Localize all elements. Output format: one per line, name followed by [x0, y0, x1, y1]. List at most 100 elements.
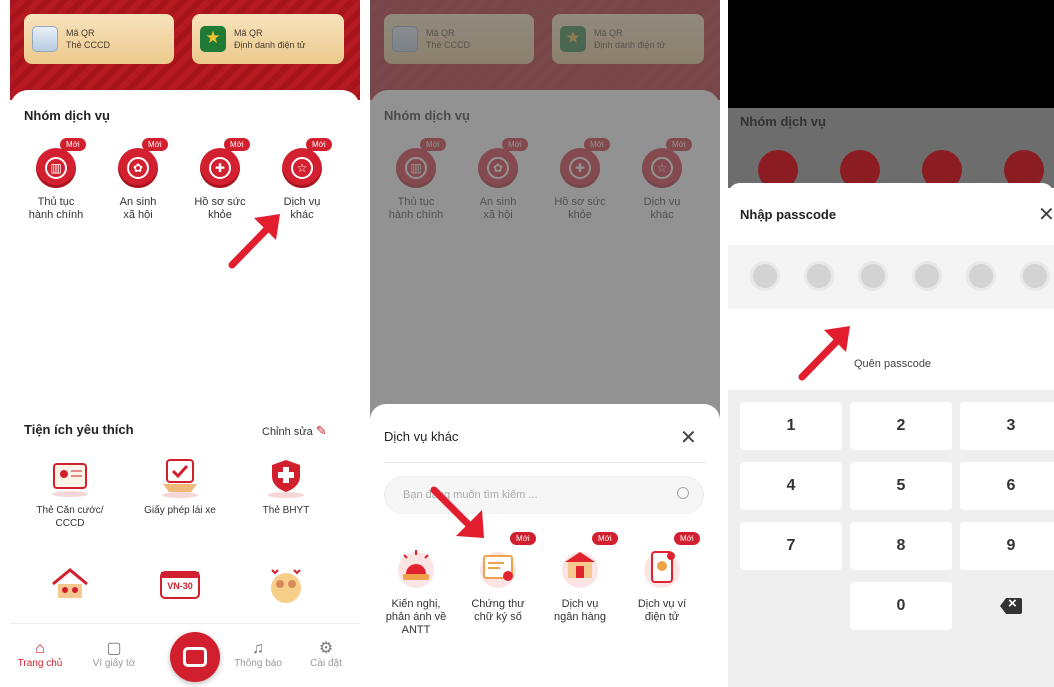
star-podium-icon: ☆ [291, 157, 313, 179]
qr-card-subtitle: Định danh điện tử [234, 40, 306, 50]
favorite-citizen-card[interactable]: Thẻ Căn cước/CCCD [20, 456, 120, 530]
key-3[interactable]: 3 [960, 402, 1054, 450]
e-wallet-icon [639, 544, 685, 590]
service-an-sinh-xa-hoi[interactable]: Mới ✿ An sinhxã hội [98, 138, 178, 222]
qr-card-subtitle: Thẻ CCCD [66, 40, 111, 50]
service-label: Kiến nghị, [391, 598, 441, 610]
driver-license-icon [157, 456, 203, 498]
nav-label: Trang chủ [17, 658, 63, 669]
pointer-arrow [798, 326, 850, 381]
nav-label: Cài đặt [310, 658, 342, 669]
service-label: khác [290, 209, 314, 221]
favorite-vehicle-plate[interactable]: VN-30 [130, 564, 230, 606]
edit-favorites-link[interactable]: Chỉnh sửa ✎ [262, 423, 327, 439]
citizen-card-icon [47, 456, 93, 498]
qr-vneid-card[interactable]: Mã QR Định danh điện tử [192, 14, 344, 64]
home-screen: Mã QR Thẻ CCCD Mã QR Định danh điện tử Nhó… [10, 0, 360, 687]
key-1[interactable]: 1 [740, 402, 842, 450]
search-icon [677, 487, 689, 499]
favorite-label: Giấy phép lái xe [144, 505, 216, 516]
service-label: Dịch vụ ví [637, 598, 687, 610]
passcode-dot [912, 261, 942, 291]
services-section-title: Nhóm dịch vụ [24, 108, 110, 123]
key-2[interactable]: 2 [850, 402, 952, 450]
bank-icon [557, 544, 603, 590]
service-thu-tuc-hanh-chinh[interactable]: Mới ▥ Thủ tụchành chính [16, 138, 96, 222]
key-7[interactable]: 7 [740, 522, 842, 570]
service-label: Thủ tục [37, 196, 75, 208]
new-badge: Mới [142, 138, 168, 151]
service-label: Hồ sơ sức [194, 196, 246, 208]
scan-icon [183, 647, 207, 667]
new-badge: Mới [592, 532, 618, 545]
service-label: Dịch vụ [561, 598, 599, 610]
service-kien-nghi-antt[interactable]: Kiến nghị, phản ánh về ANTT [376, 544, 456, 637]
new-badge: Mới [60, 138, 86, 151]
vehicle-plate-icon: VN-30 [157, 564, 203, 606]
forgot-passcode-link[interactable]: Quên passcode [854, 358, 931, 370]
new-badge: Mới [224, 138, 250, 151]
favorite-label: CCCD [55, 518, 85, 529]
nav-home[interactable]: ⌂ Trang chủ [10, 640, 70, 669]
edit-label: Chỉnh sửa [262, 426, 313, 438]
scan-button[interactable] [170, 632, 220, 682]
favorite-family[interactable] [236, 564, 336, 606]
new-badge: Mới [510, 532, 536, 545]
service-ngan-hang[interactable]: Mới Dịch vụ ngân hàng [540, 532, 620, 624]
tutorial-composite: Mã QR Thẻ CCCD Mã QR Định danh điện tử Nhó… [0, 0, 1054, 687]
key-8[interactable]: 8 [850, 522, 952, 570]
service-label: chữ ký số [474, 611, 522, 623]
service-vi-dien-tu[interactable]: Mới Dịch vụ ví điện tử [622, 532, 702, 624]
bell-icon: ♫ [252, 640, 264, 657]
pointer-arrow [430, 486, 484, 538]
divider [384, 462, 706, 463]
key-4[interactable]: 4 [740, 462, 842, 510]
key-6[interactable]: 6 [960, 462, 1054, 510]
flower-icon: ✿ [127, 157, 149, 179]
siren-icon [393, 544, 439, 590]
service-label: ANTT [401, 624, 431, 636]
passcode-dot [1020, 261, 1050, 291]
service-label: An sinh [119, 196, 157, 208]
wallet-icon: ▢ [106, 640, 122, 657]
home-header: Mã QR Thẻ CCCD Mã QR Định danh điện tử [10, 0, 360, 100]
new-badge: Mới [674, 532, 700, 545]
nav-notifications[interactable]: ♫ Thông báo [228, 640, 288, 669]
bottom-nav: ⌂ Trang chủ ▢ Ví giấy tờ ♫ Thông báo ⚙ C… [10, 623, 360, 687]
certificate-icon [475, 544, 521, 590]
key-0[interactable]: 0 [850, 582, 952, 630]
backspace-button[interactable] [960, 582, 1054, 630]
passcode-title: Nhập passcode [740, 207, 837, 222]
qr-card-title: Mã QR [66, 28, 95, 38]
favorite-household[interactable] [20, 564, 120, 606]
close-icon[interactable]: ✕ [1038, 205, 1054, 225]
service-label: phản ánh về [385, 611, 447, 623]
passcode-dots [728, 245, 1054, 309]
qr-cccd-card[interactable]: Mã QR Thẻ CCCD [24, 14, 174, 64]
nav-label: Thông báo [234, 658, 282, 669]
key-9[interactable]: 9 [960, 522, 1054, 570]
black-area [728, 0, 1054, 108]
service-label: Dịch vụ [283, 196, 321, 208]
id-card-icon [32, 26, 58, 52]
favorite-driver-license[interactable]: Giấy phép lái xe [130, 456, 230, 517]
plate-text: VN-30 [167, 581, 193, 591]
service-label: hành chính [28, 209, 84, 221]
home-content-card: Nhóm dịch vụ Mới ▥ Thủ tụchành chính Mới… [10, 90, 360, 687]
favorite-label: Thẻ BHYT [262, 505, 310, 516]
close-icon[interactable]: ✕ [680, 428, 697, 448]
sheet-title: Dịch vụ khác [384, 429, 459, 444]
pointer-arrow [228, 214, 280, 269]
service-chung-thu-chu-ky-so[interactable]: Mới Chứng thư chữ ký số [458, 532, 538, 624]
key-5[interactable]: 5 [850, 462, 952, 510]
numeric-keypad: 1 2 3 4 5 6 7 8 9 0 [728, 390, 1054, 687]
nav-wallet[interactable]: ▢ Ví giấy tờ [84, 640, 144, 669]
settings-icon: ⚙ [318, 640, 334, 657]
household-icon [47, 564, 93, 606]
service-label: xã hội [123, 209, 153, 221]
family-icon [263, 564, 309, 606]
nav-settings[interactable]: ⚙ Cài đặt [296, 640, 356, 669]
backspace-icon [1000, 598, 1022, 614]
favorite-health-insurance[interactable]: Thẻ BHYT [236, 456, 336, 517]
pencil-icon: ✎ [315, 423, 327, 438]
